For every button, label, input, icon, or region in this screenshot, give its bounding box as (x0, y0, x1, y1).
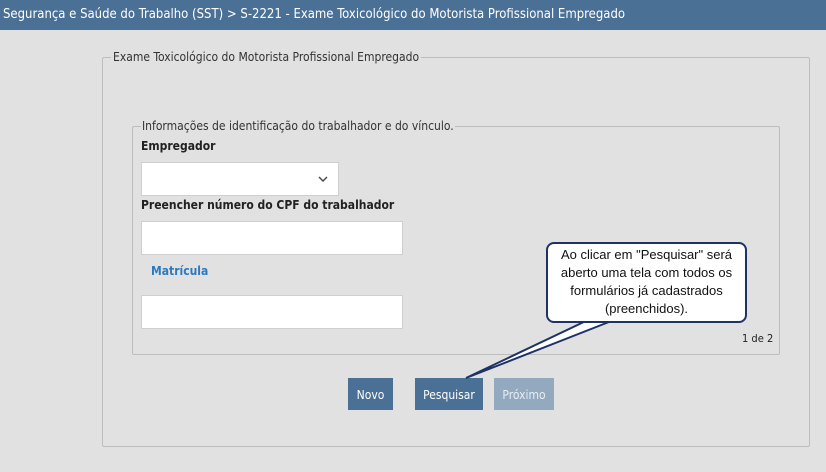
callout-text: Ao clicar em "Pesquisar" será aberto uma… (560, 247, 733, 316)
callout-tooltip: Ao clicar em "Pesquisar" será aberto uma… (546, 242, 747, 323)
callout-pointer (465, 319, 615, 379)
